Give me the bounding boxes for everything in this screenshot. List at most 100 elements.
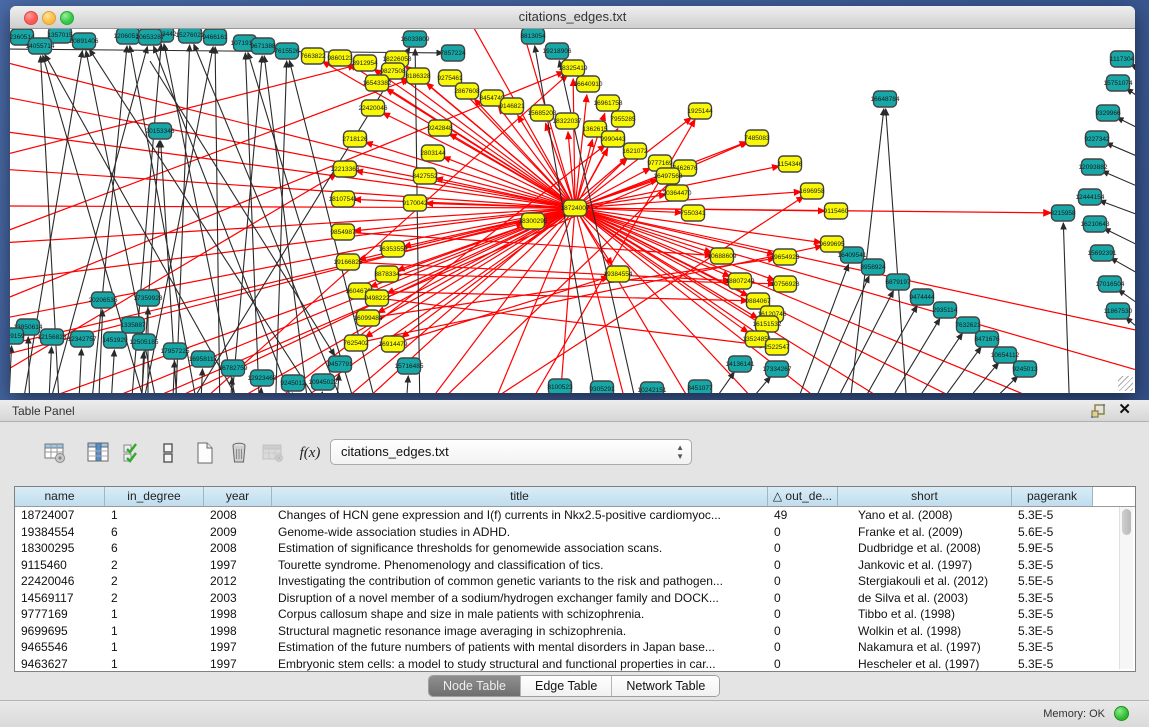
graph-node[interactable]: 17957225 [161, 343, 190, 359]
cell-short[interactable]: Stergiakouli et al. (2012) [838, 573, 1012, 590]
cell-out-de-[interactable]: 0 [768, 656, 838, 673]
new-column-icon[interactable] [192, 440, 218, 466]
graph-edge[interactable] [733, 377, 771, 393]
graph-node[interactable]: 10756928 [771, 276, 800, 292]
cell-pagerank[interactable]: 5.5E-5 [1012, 573, 1093, 590]
graph-edge[interactable] [172, 361, 175, 393]
cell-in-degree[interactable]: 6 [105, 540, 204, 557]
cell-short[interactable]: Jankovic et al. (1997) [838, 557, 1012, 574]
graph-node[interactable]: 12213363 [331, 161, 360, 177]
cell-year[interactable]: 2012 [204, 573, 272, 590]
graph-edge[interactable] [1126, 89, 1135, 111]
cell-name[interactable]: 9115460 [15, 557, 105, 574]
cell-pagerank[interactable]: 5.3E-5 [1012, 606, 1093, 623]
graph-node[interactable]: 11867530 [1104, 303, 1133, 319]
cell-year[interactable]: 2009 [204, 524, 272, 541]
graph-node[interactable]: 10688609 [708, 248, 737, 264]
graph-node[interactable]: 1621072 [622, 143, 648, 159]
graph-node[interactable]: 9146821 [499, 98, 525, 114]
window-resize-grip[interactable] [1118, 376, 1133, 391]
graph-node[interactable]: 14055714 [26, 38, 55, 54]
graph-node[interactable]: 9466161 [202, 29, 228, 45]
graph-node[interactable]: 10653287 [136, 29, 165, 45]
graph-edge[interactable] [1106, 143, 1135, 166]
graph-node[interactable]: 16782759 [219, 360, 248, 376]
graph-node[interactable]: 20153346 [146, 123, 175, 139]
graph-node[interactable]: 9305291 [589, 381, 615, 393]
cell-name[interactable]: 9463627 [15, 656, 105, 673]
graph-edge[interactable] [320, 392, 322, 393]
graph-node[interactable]: 15692391 [1088, 245, 1117, 261]
graph-node[interactable]: 2803144 [420, 145, 446, 161]
graph-node[interactable]: 9990443 [600, 131, 626, 147]
cell-title[interactable]: Investigating the contribution of common… [272, 573, 768, 590]
cell-short[interactable]: Hescheler et al. (1997) [838, 656, 1012, 673]
select-rows-icon[interactable] [120, 440, 146, 466]
table-row[interactable]: 977716911998Corpus callosum shape and si… [15, 606, 1135, 623]
graph-node[interactable]: 16033809 [401, 31, 430, 47]
cell-name[interactable]: 22420046 [15, 573, 105, 590]
graph-node[interactable]: 7663822 [300, 48, 326, 64]
graph-edge[interactable] [10, 96, 575, 208]
graph-edge[interactable] [10, 49, 443, 53]
graph-edge[interactable] [575, 208, 1135, 371]
graph-node[interactable]: 12505185 [130, 334, 159, 350]
graph-node[interactable]: 8471676 [974, 331, 1000, 347]
cell-short[interactable]: Franke et al. (2009) [838, 524, 1012, 541]
table-row[interactable]: 946554611997Estimation of the future num… [15, 639, 1135, 656]
cell-pagerank[interactable]: 5.3E-5 [1012, 656, 1093, 673]
cell-out-de-[interactable]: 0 [768, 590, 838, 607]
graph-node[interactable]: 9242848 [427, 120, 453, 136]
table-row[interactable]: 1830029562008Estimation of significance … [15, 540, 1135, 557]
graph-node[interactable]: 12156823 [38, 329, 67, 345]
cell-out-de-[interactable]: 0 [768, 623, 838, 640]
cell-title[interactable]: Corpus callosum shape and size in male p… [272, 606, 768, 623]
graph-edge[interactable] [575, 208, 625, 393]
clear-selection-icon[interactable] [155, 440, 181, 466]
graph-node[interactable]: 16353559 [379, 241, 408, 257]
cell-title[interactable]: Embryonic stem cells: a model to study s… [272, 656, 768, 673]
cell-name[interactable]: 18300295 [15, 540, 105, 557]
table-mode-icon[interactable] [42, 440, 68, 466]
graph-node[interactable]: 18322037 [553, 113, 582, 129]
cell-pagerank[interactable]: 5.9E-5 [1012, 540, 1093, 557]
tab-node-table[interactable]: Node Table [429, 676, 521, 696]
graph-node[interactable]: 6879197 [885, 274, 911, 290]
cell-pagerank[interactable]: 5.6E-5 [1012, 524, 1093, 541]
window-titlebar[interactable]: citations_edges.txt [10, 6, 1135, 29]
scrollbar-thumb[interactable] [1122, 509, 1131, 535]
graph-node[interactable]: 17334267 [763, 361, 792, 377]
graph-node[interactable]: 7485083 [744, 130, 770, 146]
graph-edge[interactable] [150, 61, 335, 356]
graph-edge[interactable] [1117, 117, 1135, 139]
cell-in-degree[interactable]: 2 [105, 557, 204, 574]
column-header-name[interactable]: name [15, 487, 105, 506]
cell-pagerank[interactable]: 5.3E-5 [1012, 623, 1093, 640]
graph-node[interactable]: 7625402 [343, 335, 369, 351]
graph-node[interactable]: 9227342 [1084, 131, 1110, 147]
cell-out-de-[interactable]: 0 [768, 524, 838, 541]
column-header-short[interactable]: short [838, 487, 1012, 506]
graph-node[interactable]: 20206536 [89, 292, 118, 308]
cell-out-de-[interactable]: 0 [768, 606, 838, 623]
graph-node[interactable]: 18300295 [519, 213, 548, 229]
table-row[interactable]: 969969511998Structural magnetic resonanc… [15, 623, 1135, 640]
graph-node[interactable]: 12444154 [1076, 189, 1105, 205]
graph-edge[interactable] [405, 376, 408, 393]
graph-node[interactable]: 17016504 [1096, 276, 1125, 292]
cell-name[interactable]: 14569117 [15, 590, 105, 607]
table-row[interactable]: 1872400712008Changes of HCN gene express… [15, 507, 1135, 524]
graph-node[interactable]: 16151532 [753, 316, 782, 332]
graph-node[interactable]: 9245013 [1012, 361, 1038, 377]
graph-node[interactable]: 16640910 [574, 76, 603, 92]
graph-node[interactable]: 8912954 [352, 55, 378, 71]
graph-edge[interactable] [1102, 171, 1135, 196]
cell-title[interactable]: Tourette syndrome. Phenomenology and cla… [272, 557, 768, 574]
cell-name[interactable]: 18724007 [15, 507, 105, 524]
cell-short[interactable]: Tibbo et al. (1998) [838, 606, 1012, 623]
graph-edge[interactable] [110, 350, 114, 393]
cell-short[interactable]: Dudbridge et al. (2008) [838, 540, 1012, 557]
column-header-in-degree[interactable]: in_degree [105, 487, 204, 506]
graph-node[interactable]: 16099484 [354, 310, 383, 326]
graph-node[interactable]: 9854987 [330, 224, 356, 240]
